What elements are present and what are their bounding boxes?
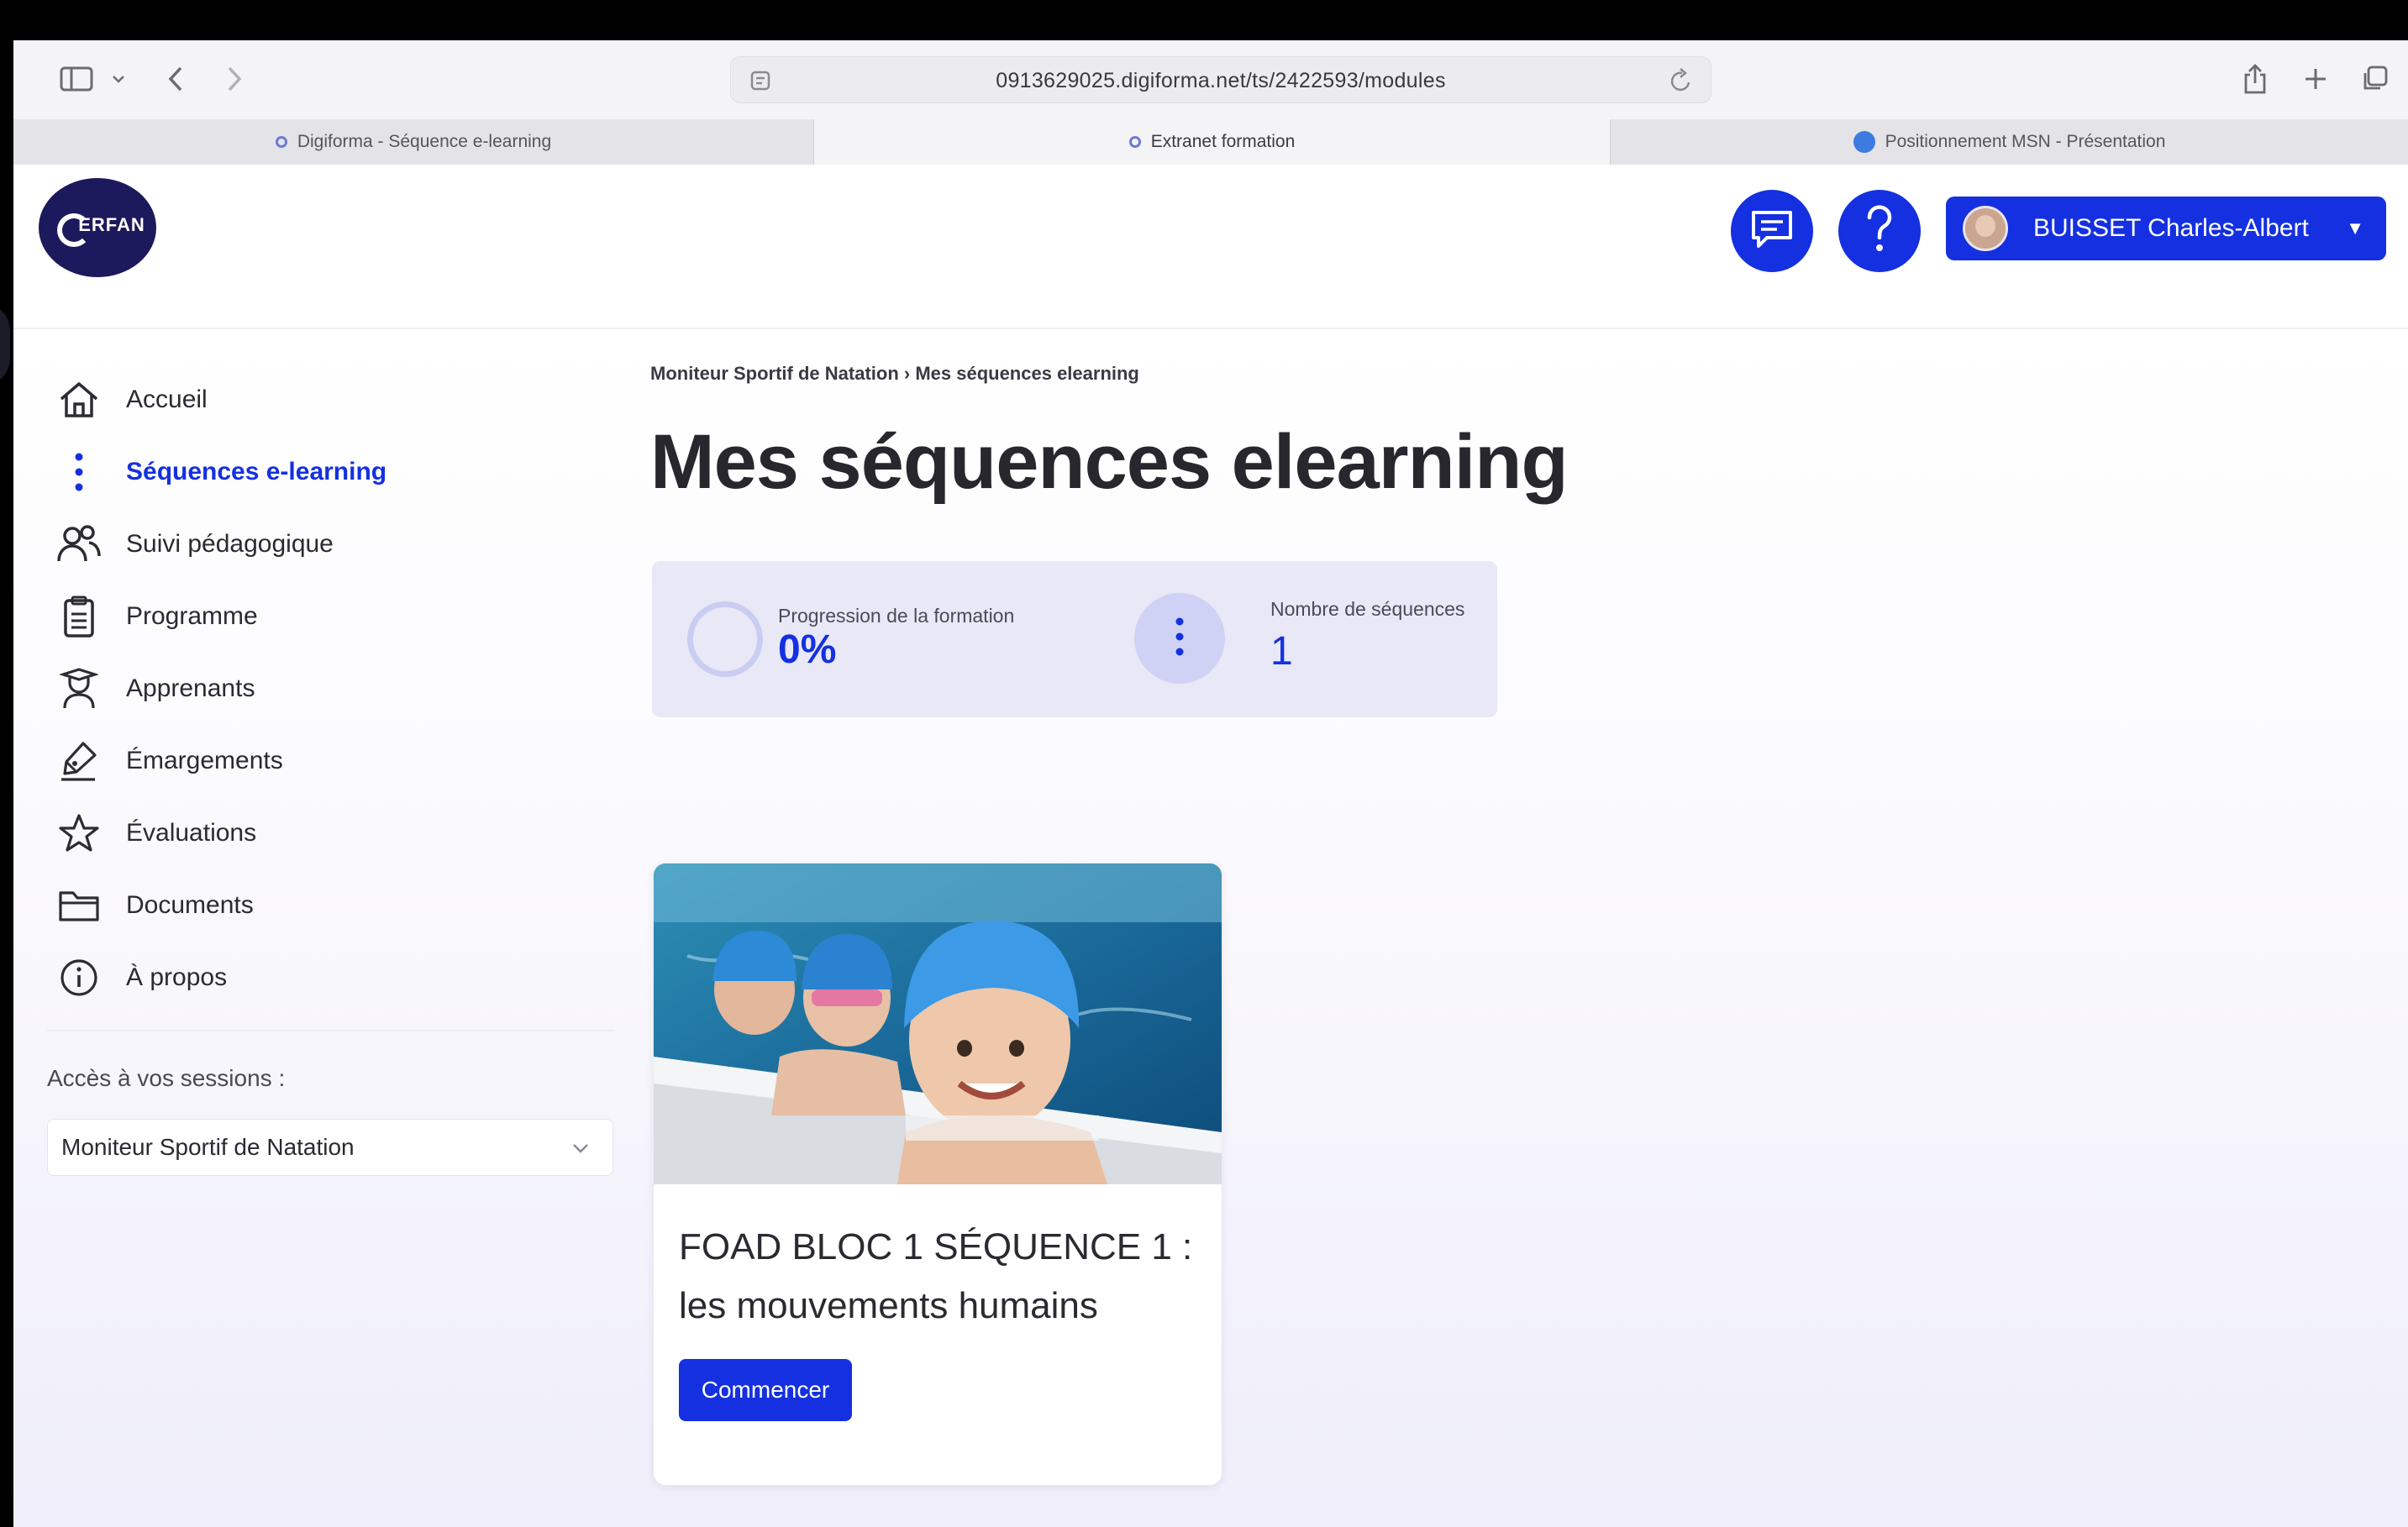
- caret-down-icon: ▼: [2346, 218, 2364, 239]
- sidebar-item-emargements[interactable]: Émargements: [55, 736, 283, 786]
- start-button[interactable]: Commencer: [679, 1359, 852, 1421]
- sidebar-item-label: Évaluations: [126, 819, 257, 847]
- sidebar-item-label: Documents: [126, 891, 254, 919]
- module-card: FOAD BLOC 1 SÉQUENCE 1 : les mouvements …: [654, 863, 1222, 1485]
- tab-label: Digiforma - Séquence e-learning: [297, 132, 552, 151]
- avatar: [1963, 206, 2008, 251]
- logo-mark-icon: [57, 213, 91, 247]
- vertical-dots-icon: [55, 449, 103, 496]
- new-tab-icon[interactable]: [2292, 55, 2339, 102]
- tab-overview-icon[interactable]: [2351, 55, 2398, 102]
- user-menu-button[interactable]: BUISSET Charles-Albert ▼: [1946, 197, 2386, 260]
- help-icon: [1863, 204, 1896, 259]
- sidebar-item-sequences-elearning[interactable]: Séquences e-learning: [55, 447, 386, 497]
- sidebar-item-apprenants[interactable]: Apprenants: [55, 664, 255, 714]
- tab-label: Positionnement MSN - Présentation: [1885, 132, 2166, 151]
- forward-icon[interactable]: [213, 55, 255, 102]
- folder-icon: [55, 882, 103, 929]
- app-header: ERFAN BUISSET Charles-Albert ▼: [13, 165, 2408, 329]
- info-icon: [55, 954, 103, 1001]
- chat-icon: [1748, 207, 1795, 255]
- chevron-down-icon: [570, 1135, 591, 1166]
- learner-icon: [55, 665, 103, 712]
- chevron-down-icon[interactable]: [106, 55, 131, 102]
- url-text: 0913629025.digiforma.net/ts/2422593/modu…: [996, 69, 1446, 92]
- favicon-icon: [1853, 131, 1875, 153]
- browser-window: 0913629025.digiforma.net/ts/2422593/modu…: [13, 40, 2408, 1527]
- clipboard-icon: [55, 593, 103, 640]
- sidebar-item-documents[interactable]: Documents: [55, 880, 254, 931]
- sidebar-item-label: Suivi pédagogique: [126, 530, 334, 558]
- sidebar-item-label: À propos: [126, 963, 228, 991]
- progress-label: Progression de la formation: [778, 605, 1015, 627]
- module-title: FOAD BLOC 1 SÉQUENCE 1 : les mouvements …: [679, 1226, 1193, 1326]
- tab-extranet-formation[interactable]: Extranet formation: [814, 119, 1611, 165]
- sidebar-item-label: Émargements: [126, 747, 283, 774]
- home-icon: [55, 376, 103, 423]
- sidebar-item-programme[interactable]: Programme: [55, 591, 258, 642]
- sidebar-item-suivi-pedagogique[interactable]: Suivi pédagogique: [55, 519, 334, 569]
- browser-toolbar: 0913629025.digiforma.net/ts/2422593/modu…: [13, 40, 2408, 119]
- back-icon[interactable]: [155, 55, 197, 102]
- favicon-icon: [275, 136, 287, 148]
- module-thumbnail: [654, 863, 1222, 1184]
- help-button[interactable]: [1838, 190, 1921, 272]
- star-icon: [55, 810, 103, 857]
- vertical-dots-icon: [1175, 617, 1185, 661]
- session-select[interactable]: Moniteur Sportif de Natation: [47, 1119, 613, 1176]
- sidebar-item-accueil[interactable]: Accueil: [55, 375, 208, 425]
- share-icon[interactable]: [2232, 55, 2279, 102]
- page-title: Mes séquences elearning: [650, 419, 1569, 505]
- sequences-label: Nombre de séquences: [1270, 598, 1465, 620]
- reload-icon[interactable]: [1669, 67, 1694, 98]
- sidebar-item-evaluations[interactable]: Évaluations: [55, 808, 256, 858]
- sessions-label: Accès à vos sessions :: [47, 1065, 286, 1091]
- messages-button[interactable]: [1731, 190, 1813, 272]
- sequences-badge: [1134, 593, 1225, 684]
- tab-positionnement-msn[interactable]: Positionnement MSN - Présentation: [1611, 119, 2408, 165]
- signature-icon: [55, 737, 103, 784]
- stats-card: Progression de la formation 0% Nombre de…: [652, 561, 1497, 717]
- progress-value: 0%: [778, 627, 837, 672]
- users-icon: [55, 521, 103, 568]
- sidebar-item-label: Programme: [126, 602, 258, 630]
- sidebar-divider: [47, 1030, 615, 1031]
- sidebar-item-a-propos[interactable]: À propos: [55, 952, 227, 1003]
- left-edge-artifact: [0, 302, 10, 386]
- user-name: BUISSET Charles-Albert: [2033, 214, 2309, 242]
- erfan-logo[interactable]: ERFAN: [39, 178, 156, 277]
- tab-label: Extranet formation: [1150, 132, 1296, 151]
- breadcrumb[interactable]: Moniteur Sportif de Natation › Mes séque…: [650, 363, 1139, 385]
- sidebar-item-label: Apprenants: [126, 674, 255, 702]
- progress-ring: [687, 601, 763, 677]
- session-selected-value: Moniteur Sportif de Natation: [61, 1134, 355, 1160]
- sidebar-item-label: Séquences e-learning: [126, 458, 387, 485]
- tab-bar: Digiforma - Séquence e-learning Extranet…: [13, 119, 2408, 165]
- sidebar-item-label: Accueil: [126, 386, 208, 413]
- sequences-value: 1: [1270, 629, 1293, 674]
- sidebar-toggle-icon[interactable]: [47, 55, 106, 102]
- tab-digiforma-sequence[interactable]: Digiforma - Séquence e-learning: [13, 119, 814, 165]
- favicon-icon: [1128, 136, 1141, 148]
- address-bar[interactable]: 0913629025.digiforma.net/ts/2422593/modu…: [730, 56, 1711, 103]
